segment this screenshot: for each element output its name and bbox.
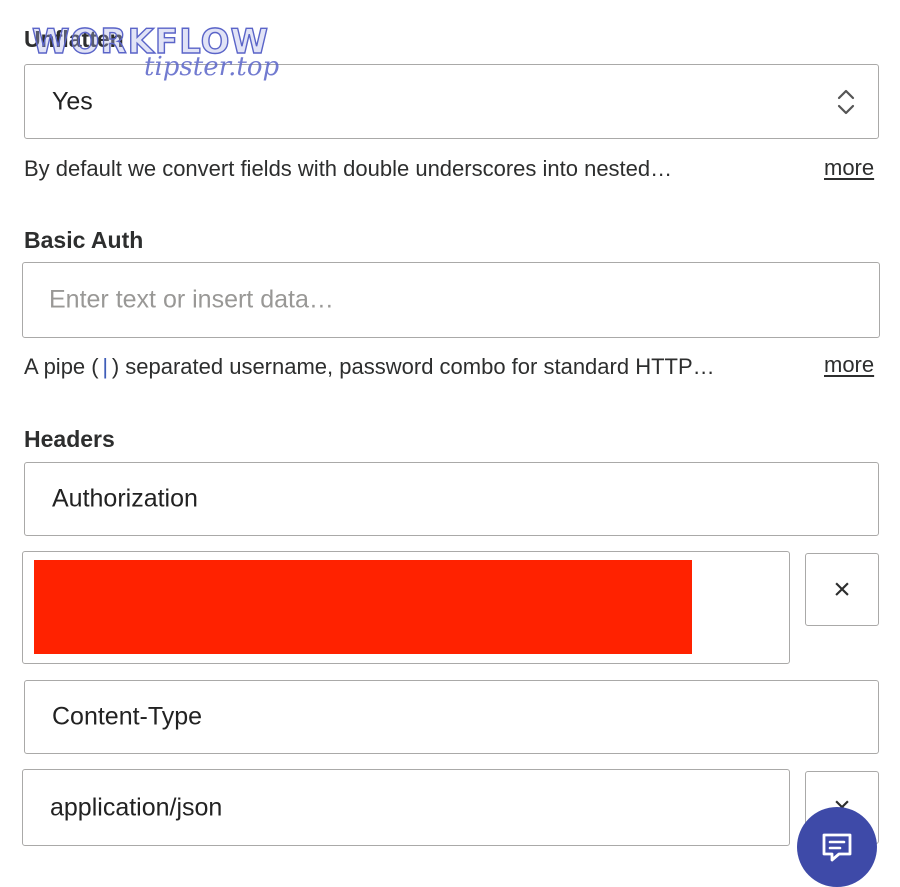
basic-auth-more-link[interactable]: more <box>824 352 874 378</box>
unflatten-help-text: By default we convert fields with double… <box>24 156 673 181</box>
unflatten-select-value: Yes <box>52 87 93 115</box>
header-value-text: application/json <box>50 793 223 821</box>
unflatten-label: Unflatten <box>24 26 124 52</box>
unflatten-select[interactable]: Yes <box>24 64 879 139</box>
unflatten-more-link[interactable]: more <box>824 155 874 181</box>
header-key-input[interactable]: Authorization <box>24 462 879 536</box>
header-key-input[interactable]: Content-Type <box>24 680 879 754</box>
basic-auth-help-text: A pipe (|) separated username, password … <box>24 354 715 381</box>
chat-icon <box>822 833 852 862</box>
pipe-code: | <box>98 356 112 381</box>
basic-auth-input[interactable]: Enter text or insert data… <box>22 262 880 338</box>
header-value-input[interactable]: application/json <box>22 769 790 846</box>
header-value-input[interactable] <box>22 551 790 664</box>
remove-header-button[interactable]: × <box>805 553 879 626</box>
header-key-value: Authorization <box>52 484 198 513</box>
header-key-value: Content-Type <box>52 702 203 731</box>
basic-auth-placeholder: Enter text or insert data… <box>49 285 334 314</box>
close-icon: × <box>833 572 851 606</box>
headers-label: Headers <box>24 426 115 452</box>
chat-button[interactable] <box>797 807 877 887</box>
redacted-value <box>34 560 692 654</box>
chevron-up-down-icon <box>837 89 855 115</box>
basic-auth-label: Basic Auth <box>24 227 144 253</box>
